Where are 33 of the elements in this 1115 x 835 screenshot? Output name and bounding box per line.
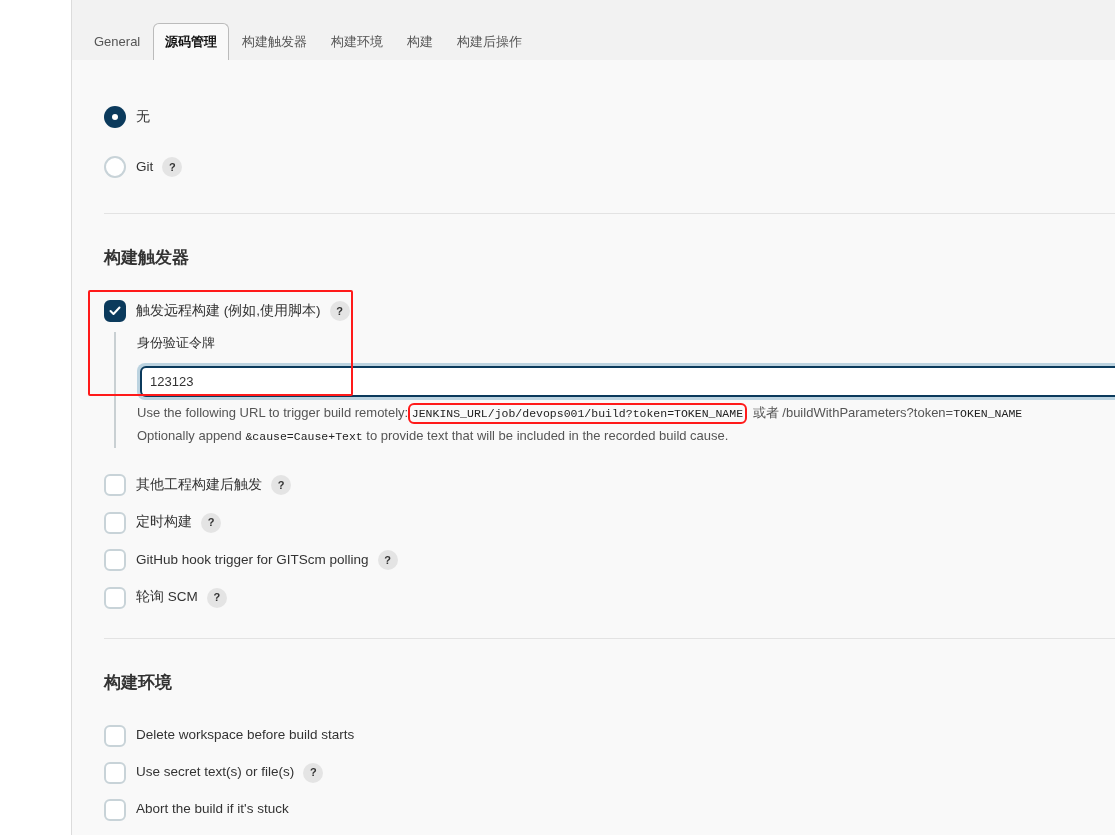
tab[interactable]: 构建 [396,23,445,60]
help-text: Optionally append &cause=Cause+Text to provide text that will be included in the recorded build cause. [137,427,730,445]
checkbox[interactable] [104,300,126,322]
radio-button[interactable] [104,156,126,178]
checkbox-label: 轮询 SCM [136,588,198,607]
radio-label: Git [136,157,154,176]
tab[interactable]: 构建后操作 [446,23,534,60]
checkbox-label: 定时构建 [136,513,192,532]
help-icon[interactable]: ? [377,550,398,570]
token-input-field[interactable]: 123123 [140,366,1115,397]
tab[interactable]: 构建触发器 [231,23,319,60]
help-icon[interactable]: ? [206,587,227,608]
radio-label: 无 [136,107,150,126]
radio-button[interactable] [104,106,126,128]
section-heading: 构建触发器 [104,247,190,269]
checkbox-label: Delete workspace before build starts [136,726,355,745]
help-icon[interactable]: ? [303,762,324,783]
field-label: 身份验证令牌 [137,334,216,352]
checkbox-label: Use secret text(s) or file(s) [136,763,295,782]
tab[interactable]: 构建环境 [320,23,395,60]
section-heading: 构建环境 [104,671,173,694]
checkbox-label: 触发远程构建 (例如,使用脚本) [136,301,321,320]
help-icon[interactable]: ? [162,157,183,177]
checkbox-label: Abort the build if it's stuck [136,800,289,819]
help-icon[interactable]: ? [329,301,350,321]
tab[interactable]: 源码管理 [153,23,230,60]
help-icon[interactable]: ? [271,475,291,495]
checkbox-label: 其他工程构建后触发 [136,475,262,494]
tab[interactable]: General [83,23,152,60]
help-icon[interactable]: ? [201,512,221,533]
help-text: Use the following URL to trigger build remotely: JENKINS_URL/job/devops001/build?token=TOKEN_NAME 或者 /buildWithParameters?token=TOKEN_NAME [137,402,1115,425]
checkbox-label: GitHub hook trigger for GITScm polling [136,550,369,569]
check-icon [109,306,121,316]
